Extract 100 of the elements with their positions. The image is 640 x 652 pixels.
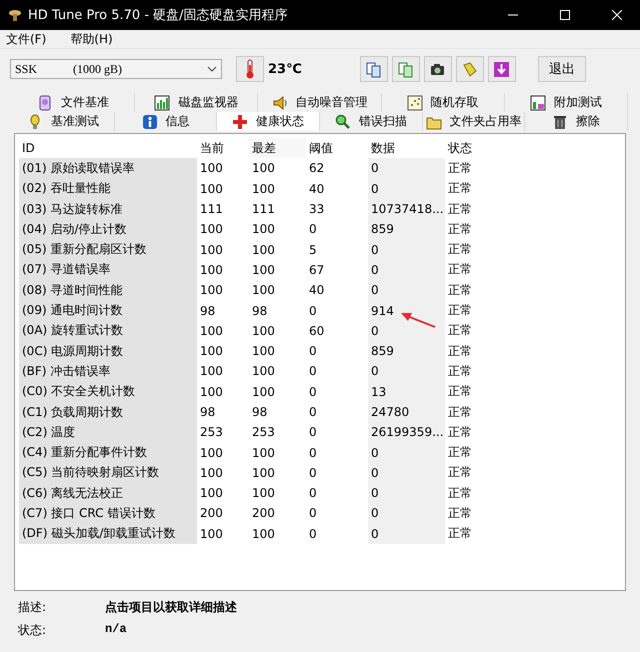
copy-icon [397,60,414,78]
tag-icon [461,60,478,78]
table-cell: (05) 重新分配扇区计数 [19,239,197,260]
app-icon [8,8,22,22]
table-cell: 40 [306,178,368,199]
info-icon [142,114,158,130]
cross-icon [232,114,248,130]
download-button[interactable] [488,56,516,82]
table-cell: 100 [197,178,249,199]
table-cell: 正常 [445,340,506,362]
table-cell: 0 [306,442,368,463]
table-cell: 100 [197,260,249,280]
table-cell: 67 [306,260,368,280]
table-cell: 0 [368,239,445,260]
temperature-reading: 23℃ [268,62,302,76]
table-cell-text: 100 [251,526,276,543]
table-cell: 正常 [445,361,506,382]
drive-dropdown[interactable]: SSK (1000 gB) [10,59,222,79]
copy-button[interactable] [360,56,388,82]
table-cell-text: 100 [251,180,276,198]
table-cell: 0 [306,503,368,524]
table-cell: 正常 [445,158,506,179]
table-cell: 0 [368,483,445,504]
table-cell: 正常 [445,382,506,402]
menu-item[interactable]: 帮助(H) [70,30,113,48]
table-cell: 0 [368,280,445,300]
copy-button[interactable] [392,56,420,82]
table-cell-text: 98 [251,302,268,320]
menu-item[interactable]: 文件(F) [6,30,46,48]
table-cell: 253 [197,422,249,442]
table-cell: (04) 启动/停止计数 [19,219,197,240]
table-cell: (01) 原始读取错误率 [19,158,197,179]
column-header[interactable]: 当前 [197,138,249,158]
table-cell: 正常 [445,260,506,280]
table-cell: 0 [306,483,368,504]
table-cell-text: 100 [251,384,276,401]
table-cell-text: 100 [251,464,276,482]
table-cell: 111 [197,198,249,220]
table-cell-text: 200 [251,505,276,522]
table-cell: 0 [368,503,445,524]
dots-icon [406,94,423,110]
table-cell: 0 [368,158,445,179]
table-cell: 100 [197,382,249,402]
column-header[interactable]: 最差 [249,138,306,158]
thermometer-button[interactable] [236,56,264,82]
camera-button[interactable] [424,56,452,82]
table-cell: (BF) 冲击错误率 [19,361,197,382]
table-cell: 100 [197,158,249,179]
table-cell: 正常 [445,239,506,260]
table-cell-text: 100 [251,221,276,238]
table-cell: 0 [306,402,368,422]
table-cell-text: 253 [251,424,276,442]
table-cell-text: 100 [251,322,276,340]
table-cell: 正常 [445,422,506,442]
table-cell: 0 [368,361,445,382]
table-cell: 0 [368,260,445,280]
table-cell: 0 [368,178,445,199]
table-cell: (C5) 当前待映射扇区计数 [19,462,197,484]
table-cell: (08) 寻道时间性能 [19,280,197,300]
table-cell: (C1) 负载周期计数 [19,402,197,422]
trash-icon [552,114,568,130]
tag-button[interactable] [456,56,484,82]
close-icon [612,10,622,20]
download-icon [493,60,510,78]
column-header[interactable]: 数据 [368,138,445,158]
table-cell: 0 [306,300,368,321]
table-cell: 0 [368,442,445,463]
table-cell: 正常 [445,524,506,544]
table-cell: 正常 [445,300,506,321]
table-cell: (03) 马达旋转标准 [19,198,197,220]
table-cell: 正常 [445,483,506,504]
detail-value: n/a [105,622,128,638]
table-cell-text: 100 [251,262,276,279]
table-cell: 0 [306,382,368,402]
table-cell: 100 [197,320,249,341]
column-header[interactable]: 状态 [445,138,506,158]
table-cell: 13 [368,382,445,402]
table-cell: 正常 [445,219,506,240]
table-cell-text: 111 [251,201,276,218]
table-cell: 0 [368,524,445,544]
table-cell-text: 100 [251,363,276,380]
column-header[interactable]: 阈值 [306,138,368,158]
table-cell: 0 [306,340,368,362]
table-cell-text: 98 [251,404,268,421]
table-cell-text: 100 [251,160,276,178]
search-icon [334,114,351,130]
table-cell: 0 [306,462,368,484]
exit-button[interactable]: 退出 [538,56,586,82]
table-cell: 98 [197,300,249,321]
chart-icon [530,94,546,110]
table-cell: (0A) 旋转重试计数 [19,320,197,341]
table-cell: (C2) 温度 [19,422,197,442]
detail-value: 点击项目以获取详细描述 [105,599,238,616]
column-header[interactable]: ID [19,138,197,158]
table-cell: (C4) 重新分配事件计数 [19,442,197,463]
tab[interactable]: 健康状态 [217,112,320,131]
table-cell: 正常 [445,462,506,484]
table-cell: 10737418... [368,198,445,220]
table-cell: (DF) 磁头加载/卸载重试计数 [19,524,197,544]
table-cell: 100 [197,442,249,463]
